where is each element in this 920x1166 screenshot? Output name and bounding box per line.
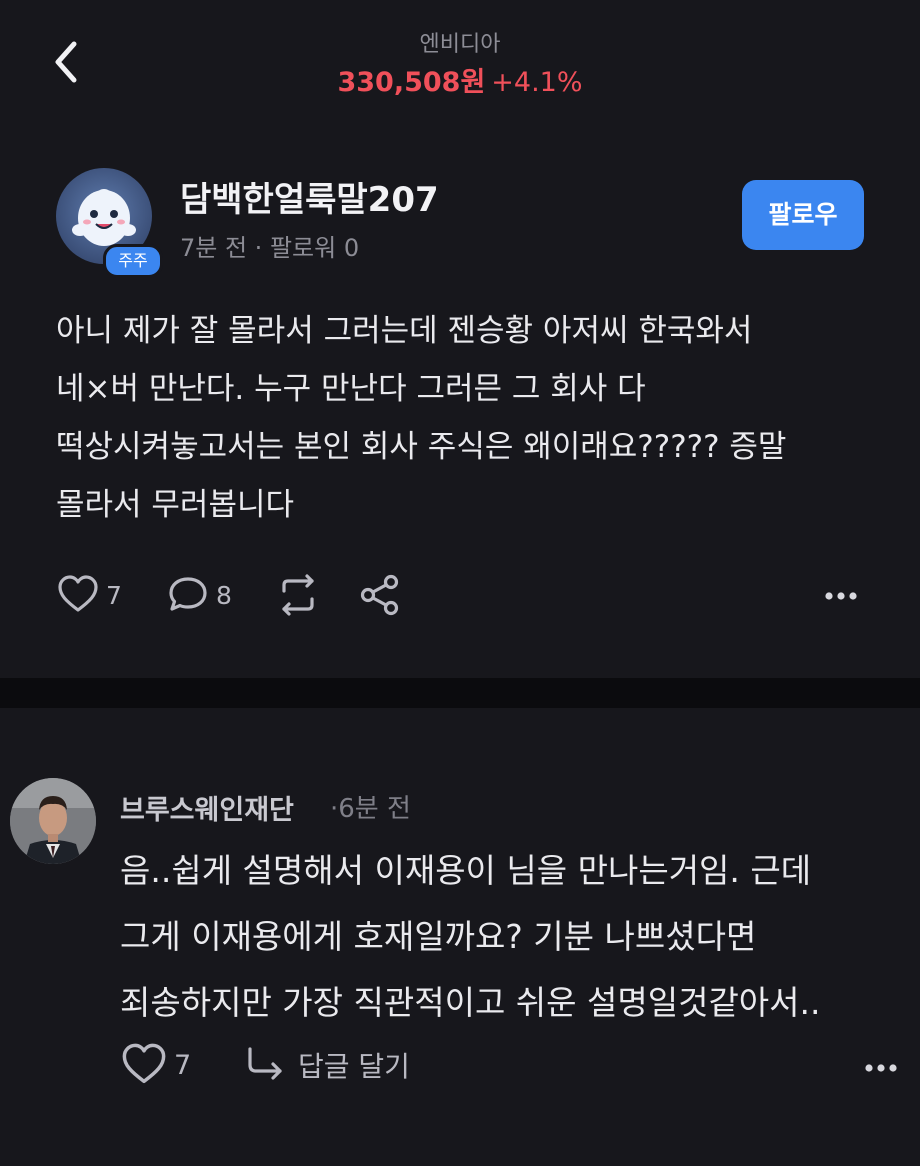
- post-line: 떡상시켜놓고서는 본인 회사 주식은 왜이래요????? 증말: [56, 429, 787, 465]
- follow-button[interactable]: 팔로우: [742, 180, 864, 250]
- post-line: 네×버 만난다. 누구 만난다 그러믄 그 회사 다: [56, 371, 646, 407]
- comment-time: ·6분 전: [330, 794, 411, 824]
- comment-like-button[interactable]: 7: [120, 1040, 191, 1090]
- shareholder-badge: 주주: [103, 244, 163, 278]
- comment-button[interactable]: 8: [166, 570, 232, 620]
- stock-header: 엔비디아 330,508원 +4.1%: [0, 0, 920, 120]
- portrait-image: [10, 778, 96, 864]
- post-more-button[interactable]: [820, 574, 864, 614]
- share-button[interactable]: [358, 570, 402, 620]
- comment-like-count: 7: [174, 1049, 192, 1081]
- author-name[interactable]: 담백한얼룩말207: [180, 172, 439, 221]
- comment-actions: 7 답글 달기: [120, 1040, 910, 1092]
- like-button[interactable]: 7: [56, 570, 122, 620]
- post-line: 몰라서 무러봅니다: [56, 487, 295, 523]
- stock-change: +4.1%: [491, 67, 583, 98]
- comment-icon: [169, 577, 207, 611]
- like-count: 7: [106, 580, 122, 610]
- stock-price-line: 330,508원 +4.1%: [0, 60, 920, 99]
- commenter-avatar[interactable]: [10, 778, 96, 864]
- comment-more-button[interactable]: [860, 1046, 904, 1086]
- comment-line: 그게 이재용에게 호재일까요? 기분 나쁘셨다면: [120, 917, 757, 956]
- post-actions: 7 8: [56, 570, 876, 620]
- repost-button[interactable]: [274, 570, 322, 620]
- reply-label: 답글 달기: [298, 1050, 410, 1083]
- comment-body: 음..쉽게 설명해서 이재용이 님을 만나는거임. 근데 그게 이재용에게 호재…: [120, 838, 920, 1036]
- post-line: 아니 제가 잘 몰라서 그러는데 젠승황 아저씨 한국와서: [56, 313, 753, 349]
- share-icon: [360, 574, 399, 616]
- section-divider: [0, 678, 920, 708]
- stock-price: 330,508원: [337, 67, 486, 98]
- heart-icon: [122, 1043, 166, 1084]
- comment-line: 죄송하지만 가장 직관적이고 쉬운 설명일것같아서..: [120, 983, 821, 1022]
- repost-icon: [282, 574, 314, 616]
- comment-count: 8: [216, 580, 232, 610]
- reply-arrow-icon: [248, 1047, 282, 1080]
- post-meta: 7분 전 · 팔로워 0: [180, 234, 360, 262]
- comment-line: 음..쉽게 설명해서 이재용이 님을 만나는거임. 근데: [120, 851, 812, 890]
- more-icon: [825, 592, 857, 600]
- stock-name: 엔비디아: [419, 32, 501, 57]
- post-body: 아니 제가 잘 몰라서 그러는데 젠승황 아저씨 한국와서 네×버 만난다. 누…: [56, 302, 876, 534]
- more-icon: [865, 1064, 897, 1072]
- reply-button[interactable]: 답글 달기: [244, 1040, 410, 1090]
- commenter-name[interactable]: 브루스웨인재단: [120, 788, 294, 827]
- heart-icon: [58, 575, 98, 612]
